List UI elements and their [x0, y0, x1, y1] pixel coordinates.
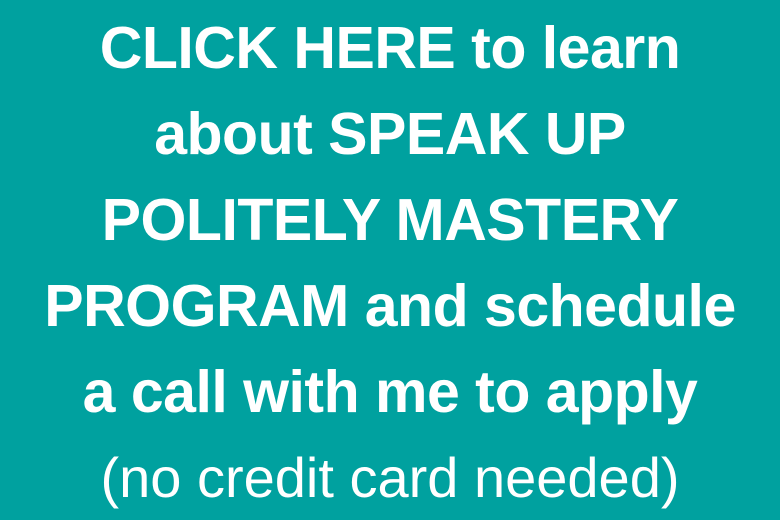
cta-banner-link[interactable]: CLICK HERE to learn about SPEAK UP POLIT… [0, 0, 780, 520]
cta-line-2: about SPEAK UP [154, 101, 626, 167]
cta-note: (no credit card needed) [100, 446, 680, 509]
cta-line-5: a call with me to apply [82, 359, 698, 425]
cta-line-4: PROGRAM and schedule [44, 273, 736, 339]
cta-line-1: CLICK HERE to learn [99, 15, 681, 81]
cta-line-3: POLITELY MASTERY [101, 187, 679, 253]
